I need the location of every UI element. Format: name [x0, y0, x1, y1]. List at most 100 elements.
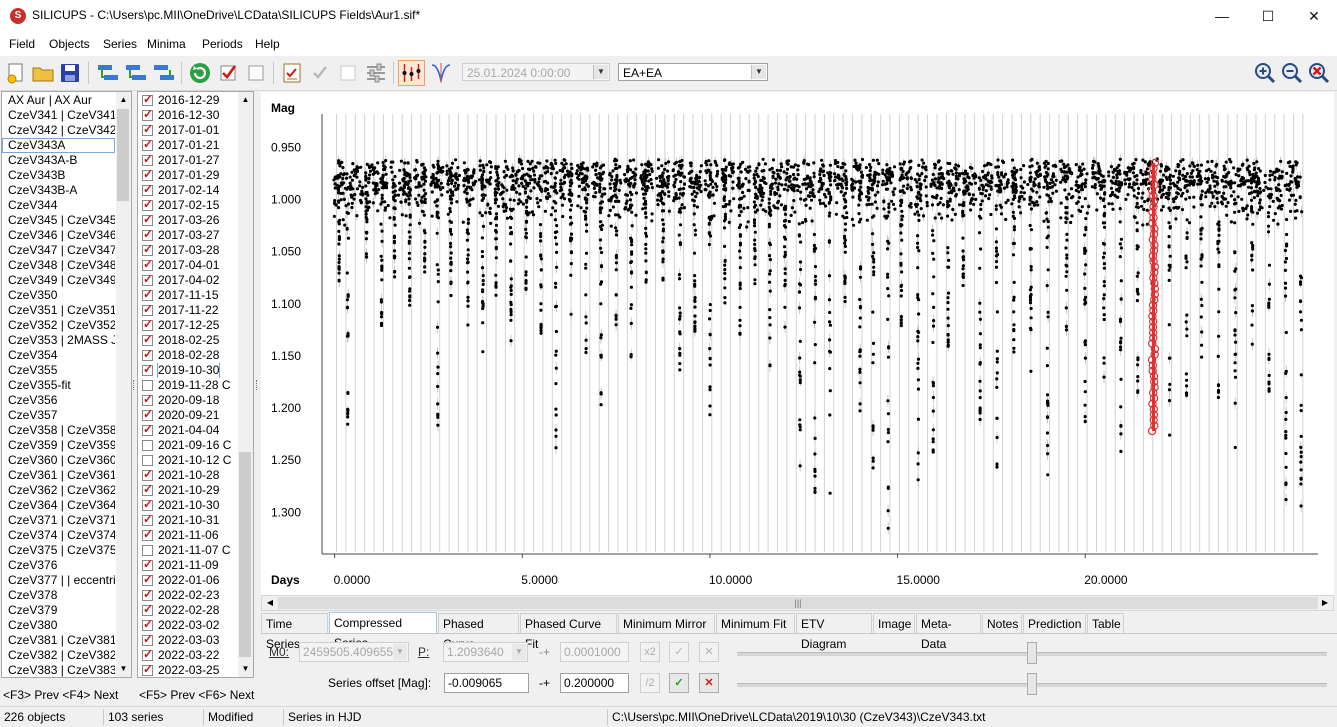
open-folder-icon[interactable]: [31, 61, 55, 85]
offset-slider-thumb[interactable]: [1027, 673, 1037, 695]
series-checkbox[interactable]: [142, 618, 153, 632]
series-checkbox[interactable]: [142, 168, 153, 182]
series-checkbox[interactable]: [142, 468, 153, 482]
series-checkbox[interactable]: [142, 528, 153, 542]
object-list-item[interactable]: CzeV375 | CzeV375: [2, 543, 115, 558]
series-checkbox[interactable]: [142, 483, 153, 497]
object-list-item[interactable]: CzeV361 | CzeV361: [2, 468, 115, 483]
series-checkbox[interactable]: [142, 198, 153, 212]
series-checkbox[interactable]: [142, 243, 153, 257]
series-checkbox[interactable]: [142, 408, 153, 422]
apply-offset-icon[interactable]: ✓: [669, 673, 689, 693]
object-list-item[interactable]: CzeV381 | CzeV381: [2, 633, 115, 648]
series-list-item[interactable]: 2020-09-18: [138, 393, 237, 408]
series-list-item[interactable]: 2021-10-30: [138, 498, 237, 513]
series-list-item[interactable]: 2022-03-03: [138, 633, 237, 648]
object-list-item[interactable]: CzeV356: [2, 393, 115, 408]
object-list-item[interactable]: CzeV364 | CzeV364 |: [2, 498, 115, 513]
series-list-item[interactable]: 2018-02-28: [138, 348, 237, 363]
series-list-item[interactable]: 2016-12-29: [138, 93, 237, 108]
series-checkbox[interactable]: [142, 423, 153, 437]
series-checkbox[interactable]: [142, 108, 153, 122]
series-checkbox[interactable]: [142, 663, 153, 677]
series-list-item[interactable]: 2016-12-30: [138, 108, 237, 123]
series-checkbox[interactable]: [142, 455, 153, 466]
series-list-item[interactable]: 2017-02-14: [138, 183, 237, 198]
object-list-item[interactable]: CzeV349 | CzeV349: [2, 273, 115, 288]
chart-hscrollbar[interactable]: ◀ ||| ▶: [261, 595, 1334, 611]
series-list-item[interactable]: 2021-09-16 C: [138, 438, 237, 453]
zoom-out-icon[interactable]: [1280, 61, 1304, 85]
new-field-icon[interactable]: [4, 61, 28, 85]
object-list-item[interactable]: CzeV357: [2, 408, 115, 423]
series-scrollbar[interactable]: ▲ ▼: [238, 92, 253, 677]
tab-notes[interactable]: Notes: [982, 613, 1022, 633]
series-checkbox[interactable]: [142, 123, 153, 137]
tab-phased-curve[interactable]: Phased Curve: [438, 613, 519, 651]
series-list-item[interactable]: 2017-01-29: [138, 168, 237, 183]
cancel-offset-icon[interactable]: ✕: [699, 673, 719, 693]
series-list-item[interactable]: 2017-03-26: [138, 213, 237, 228]
object-list-item[interactable]: CzeV353 | 2MASS J05: [2, 333, 115, 348]
zoom-reset-icon[interactable]: [1307, 61, 1331, 85]
series-list-item[interactable]: 2017-02-15: [138, 198, 237, 213]
add-series-icon[interactable]: [96, 61, 120, 85]
scroll-right-icon[interactable]: ▶: [1318, 596, 1332, 610]
series-list[interactable]: 2016-12-292016-12-302017-01-012017-01-21…: [137, 91, 254, 678]
series-checkbox[interactable]: [142, 273, 153, 287]
series-list-item[interactable]: 2021-04-04: [138, 423, 237, 438]
offset-step-field[interactable]: 0.200000: [560, 673, 629, 693]
series-checkbox[interactable]: [142, 573, 153, 587]
series-list-item[interactable]: 2021-11-09: [138, 558, 237, 573]
check-all-icon[interactable]: [216, 61, 240, 85]
object-list-item[interactable]: CzeV383 | CzeV383: [2, 663, 115, 677]
series-list-item[interactable]: 2022-03-02: [138, 618, 237, 633]
menu-periods[interactable]: Periods: [202, 37, 243, 51]
tab-prediction[interactable]: Prediction: [1023, 613, 1086, 633]
series-list-item[interactable]: 2017-01-21: [138, 138, 237, 153]
filter-select[interactable]: EA+EA ▼: [618, 63, 768, 81]
splitter-grip[interactable]: [133, 380, 136, 390]
object-list-item[interactable]: CzeV380: [2, 618, 115, 633]
object-list-item[interactable]: CzeV343B: [2, 168, 115, 183]
object-list-item[interactable]: CzeV354: [2, 348, 115, 363]
object-list-item[interactable]: CzeV343A: [2, 138, 115, 153]
series-scroll-thumb[interactable]: [239, 452, 251, 657]
series-list-item[interactable]: 2022-01-06: [138, 573, 237, 588]
menu-objects[interactable]: Objects: [49, 37, 90, 51]
series-list-item[interactable]: 2019-11-28 C: [138, 378, 237, 393]
series-checkbox[interactable]: [142, 348, 153, 362]
refresh-icon[interactable]: [188, 61, 212, 85]
object-list-item[interactable]: CzeV355: [2, 363, 115, 378]
series-checkbox[interactable]: [142, 513, 153, 527]
object-list-item[interactable]: CzeV345 | CzeV345: [2, 213, 115, 228]
series-checkbox[interactable]: [142, 380, 153, 391]
scroll-down-icon[interactable]: ▼: [238, 661, 253, 677]
tab-table[interactable]: Table: [1087, 613, 1124, 633]
series-list-item[interactable]: 2021-10-28: [138, 468, 237, 483]
menu-minima[interactable]: Minima: [147, 37, 186, 51]
split-series-icon[interactable]: [152, 61, 176, 85]
series-list-item[interactable]: 2017-12-25: [138, 318, 237, 333]
series-checkbox[interactable]: [142, 588, 153, 602]
object-list-item[interactable]: CzeV378: [2, 588, 115, 603]
objects-scrollbar[interactable]: ▲ ▼: [116, 92, 131, 677]
series-checkbox[interactable]: [142, 558, 153, 572]
series-checkbox[interactable]: [142, 303, 153, 317]
series-list-item[interactable]: 2017-03-27: [138, 228, 237, 243]
objects-scroll-thumb[interactable]: [117, 109, 129, 201]
menu-help[interactable]: Help: [255, 37, 280, 51]
div2-button[interactable]: /2: [640, 673, 660, 693]
series-list-item[interactable]: 2019-10-30: [138, 363, 237, 378]
scroll-up-icon[interactable]: ▲: [116, 92, 131, 108]
chart-scroll-thumb[interactable]: |||: [278, 597, 1318, 609]
series-list-item[interactable]: 2021-11-06: [138, 528, 237, 543]
series-checkbox[interactable]: [142, 228, 153, 242]
object-list-item[interactable]: CzeV346 | CzeV346 |: [2, 228, 115, 243]
object-list-item[interactable]: CzeV382 | CzeV382: [2, 648, 115, 663]
series-list-item[interactable]: 2017-01-27: [138, 153, 237, 168]
series-list-item[interactable]: 2017-04-01: [138, 258, 237, 273]
series-checkbox[interactable]: [142, 153, 153, 167]
object-list-item[interactable]: CzeV348 | CzeV348: [2, 258, 115, 273]
object-list-item[interactable]: CzeV341 | CzeV341: [2, 108, 115, 123]
